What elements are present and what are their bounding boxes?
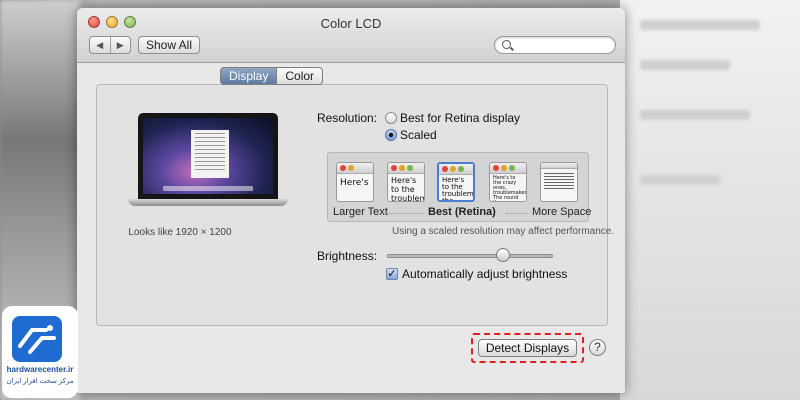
resolution-label: Resolution: xyxy=(317,111,378,125)
document-window xyxy=(191,130,229,178)
tab-bar: Display Color xyxy=(220,67,324,85)
scale-option-more-space[interactable] xyxy=(540,162,578,202)
tab-color[interactable]: Color xyxy=(277,67,324,85)
radio-scaled-label[interactable]: Scaled xyxy=(400,128,437,142)
brightness-label: Brightness: xyxy=(317,249,378,263)
auto-brightness-checkbox[interactable]: ✓ xyxy=(386,268,398,280)
logo-text: hardwarecenter.ir xyxy=(6,365,74,374)
scale-preview-text: Here's to the troublemake xyxy=(391,176,424,202)
back-arrow-icon[interactable]: ◀ xyxy=(90,37,111,53)
logo-mark-icon xyxy=(12,316,62,362)
search-input[interactable] xyxy=(515,38,610,52)
scale-divider xyxy=(386,213,424,214)
help-button[interactable]: ? xyxy=(589,339,606,356)
desktop-wallpaper xyxy=(143,118,273,194)
auto-brightness-label[interactable]: Automatically adjust brightness xyxy=(402,267,567,281)
performance-note: Using a scaled resolution may affect per… xyxy=(392,226,615,237)
titlebar: Color LCD ◀ ▶ Show All xyxy=(77,8,625,63)
search-field[interactable] xyxy=(494,36,616,54)
scale-preview-text: Here's xyxy=(340,178,369,188)
scale-preview-text: Here's to the troublemak the round pe xyxy=(442,176,474,202)
laptop-preview-image xyxy=(128,113,288,206)
radio-scaled[interactable] xyxy=(385,129,397,141)
show-all-button[interactable]: Show All xyxy=(138,36,200,54)
background-blur-bar xyxy=(640,175,720,185)
scale-option-larger-text[interactable]: Here's xyxy=(336,162,374,202)
background-blur-bar xyxy=(640,60,730,70)
radio-best-for-retina[interactable] xyxy=(385,112,397,124)
detect-displays-button[interactable]: Detect Displays xyxy=(478,339,577,357)
search-icon xyxy=(502,40,511,49)
scale-preview-text xyxy=(541,169,577,193)
scale-preview-text: Here's to the crazy ones, troublemakers.… xyxy=(493,175,527,202)
scale-label-more-space: More Space xyxy=(532,206,592,218)
tab-display[interactable]: Display xyxy=(220,67,278,85)
forward-arrow-icon[interactable]: ▶ xyxy=(111,37,131,53)
nav-segment: ◀ ▶ xyxy=(89,36,131,54)
resolution-looks-like: Looks like 1920 × 1200 xyxy=(128,227,232,238)
brightness-slider-track[interactable] xyxy=(387,254,553,258)
laptop-screen xyxy=(138,113,278,199)
scale-option-2[interactable]: Here's to the troublemake xyxy=(387,162,425,202)
scale-label-best-retina: Best (Retina) xyxy=(428,206,496,218)
background-blur-bar xyxy=(640,20,760,30)
logo-subtext: مرکز سخت افزار ایران xyxy=(6,378,74,385)
scale-option-4[interactable]: Here's to the crazy ones, troublemakers.… xyxy=(489,162,527,202)
watermark-logo: hardwarecenter.ir مرکز سخت افزار ایران xyxy=(2,306,78,398)
scale-divider xyxy=(506,213,528,214)
radio-best-for-retina-label[interactable]: Best for Retina display xyxy=(400,111,520,125)
laptop-base xyxy=(128,199,288,206)
background-blur-bar xyxy=(640,110,750,120)
dock xyxy=(163,186,253,191)
scale-option-best-retina[interactable]: Here's to the troublemak the round pe xyxy=(437,162,475,202)
window-title: Color LCD xyxy=(320,16,382,31)
scale-label-larger-text: Larger Text xyxy=(333,206,388,218)
